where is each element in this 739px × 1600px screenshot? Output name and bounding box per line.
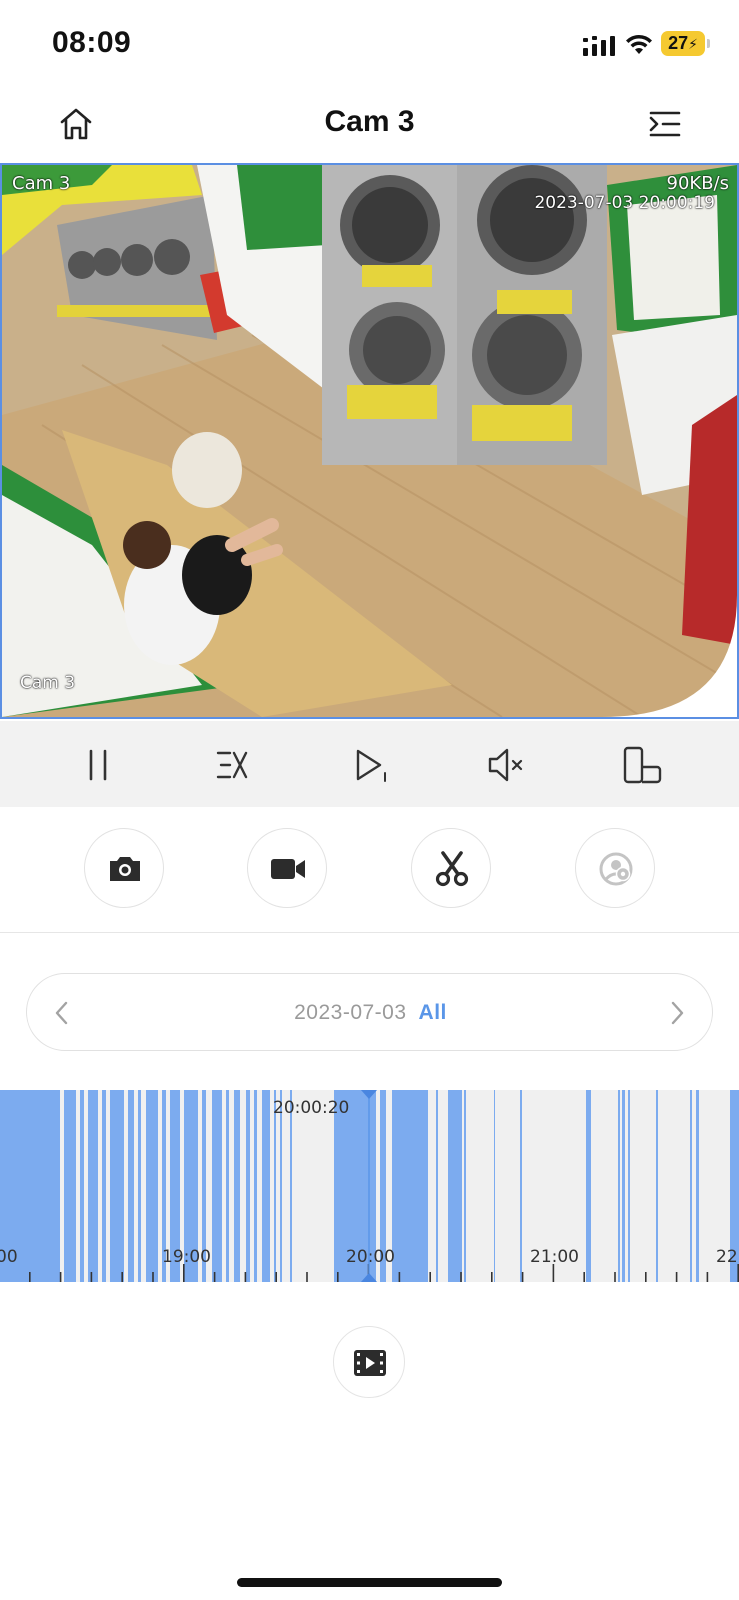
timeline-track[interactable]: 00 19:00 20:00 21:00 22: bbox=[0, 1090, 739, 1282]
home-indicator bbox=[237, 1578, 502, 1587]
timeline-recording-segment bbox=[436, 1090, 438, 1282]
timeline-recording-segment bbox=[262, 1090, 270, 1282]
timeline-recording-segment bbox=[234, 1090, 240, 1282]
timeline-recording-segment bbox=[690, 1090, 692, 1282]
timeline-current-time: 20:00:20 bbox=[273, 1098, 350, 1118]
timeline-hour-label: 22: bbox=[716, 1247, 739, 1267]
timeline-hour-label: 19:00 bbox=[162, 1247, 211, 1267]
mute-icon[interactable] bbox=[484, 743, 528, 787]
date-value[interactable]: 2023-07-03 bbox=[294, 1001, 406, 1024]
speed-icon[interactable] bbox=[210, 743, 254, 787]
timeline-recording-segment bbox=[398, 1090, 428, 1282]
section-divider bbox=[0, 932, 739, 933]
bitrate-readout: 90KB/s bbox=[666, 173, 730, 194]
record-video-icon bbox=[271, 859, 305, 879]
timeline-recording-segment bbox=[80, 1090, 84, 1282]
timeline-recording-segment bbox=[448, 1090, 462, 1282]
timeline-recording-segment bbox=[520, 1090, 522, 1282]
battery-charging-icon: 27⚡ bbox=[661, 31, 705, 56]
timeline-recording-segment bbox=[254, 1090, 257, 1282]
status-time: 08:09 bbox=[52, 26, 132, 59]
timeline-recording-segment bbox=[696, 1090, 699, 1282]
menu-icon[interactable] bbox=[648, 107, 682, 141]
battery-level: 27 bbox=[668, 33, 689, 53]
privacy-eye-icon bbox=[599, 852, 633, 886]
timeline-recording-segment bbox=[226, 1090, 229, 1282]
chevron-right-icon[interactable] bbox=[664, 999, 690, 1027]
wifi-icon bbox=[626, 34, 652, 54]
timeline-recording-segment bbox=[280, 1090, 282, 1282]
timeline-hour-label: 21:00 bbox=[530, 1247, 579, 1267]
camera-video-view[interactable]: Cam 3 90KB/s 2023-07-03 20:00:19 Cam 3 bbox=[0, 163, 739, 719]
timeline-hour-label: 00 bbox=[0, 1247, 18, 1267]
rotate-screen-icon[interactable] bbox=[620, 743, 664, 787]
timeline-recording-segment bbox=[622, 1090, 625, 1282]
nav-bar: Cam 3 bbox=[0, 95, 739, 155]
timeline-recording-segment bbox=[212, 1090, 222, 1282]
tool-row bbox=[0, 828, 739, 910]
timeline-recording-segment bbox=[464, 1090, 466, 1282]
camera-timestamp: 2023-07-03 20:00:19 bbox=[534, 193, 715, 213]
camera-label-top: Cam 3 bbox=[12, 173, 71, 194]
video-clips-icon bbox=[354, 1350, 386, 1376]
timeline-recording-segment bbox=[88, 1090, 98, 1282]
timeline-hour-label: 20:00 bbox=[346, 1247, 395, 1267]
timeline-recording-segment bbox=[290, 1090, 292, 1282]
privacy-button[interactable] bbox=[575, 828, 655, 908]
recording-filter[interactable]: All bbox=[419, 1001, 447, 1024]
timeline-recording-segment bbox=[494, 1090, 495, 1282]
timeline-recording-segment bbox=[586, 1090, 591, 1282]
snapshot-button[interactable] bbox=[84, 828, 164, 908]
snapshot-camera-icon bbox=[110, 857, 140, 881]
battery-tip bbox=[707, 39, 710, 48]
camera-label-bottom: Cam 3 bbox=[20, 673, 76, 693]
page-title: Cam 3 bbox=[324, 105, 415, 138]
cellular-signal-icon bbox=[583, 36, 615, 56]
date-selector: 2023-07-03 All bbox=[26, 973, 713, 1051]
video-clips-button[interactable] bbox=[333, 1326, 405, 1398]
camera-feed-image bbox=[2, 165, 737, 717]
timeline-recording-segment bbox=[274, 1090, 276, 1282]
timeline-recording-segment bbox=[110, 1090, 124, 1282]
timeline-recording-segment bbox=[618, 1090, 620, 1282]
play-step-icon[interactable] bbox=[348, 743, 392, 787]
timeline-recording-segment bbox=[628, 1090, 630, 1282]
playback-control-bar bbox=[0, 721, 739, 807]
clip-button[interactable] bbox=[411, 828, 491, 908]
date-display[interactable]: 2023-07-03 All bbox=[27, 1001, 714, 1025]
status-bar: 08:09 27⚡ bbox=[0, 0, 739, 90]
timeline-recording-segment bbox=[64, 1090, 76, 1282]
clip-scissors-icon bbox=[435, 851, 469, 887]
record-video-button[interactable] bbox=[247, 828, 327, 908]
timeline-recording-segment bbox=[656, 1090, 658, 1282]
pause-icon[interactable] bbox=[76, 743, 120, 787]
timeline-recording-segment bbox=[102, 1090, 106, 1282]
timeline-recording-segment bbox=[246, 1090, 250, 1282]
timeline-recording-segment bbox=[128, 1090, 134, 1282]
charging-bolt-icon: ⚡ bbox=[688, 36, 698, 52]
timeline-recording-segment bbox=[138, 1090, 141, 1282]
recording-timeline[interactable]: 00 19:00 20:00 21:00 22: 20:00:20 bbox=[0, 1090, 739, 1282]
timeline-recording-segment bbox=[146, 1090, 158, 1282]
